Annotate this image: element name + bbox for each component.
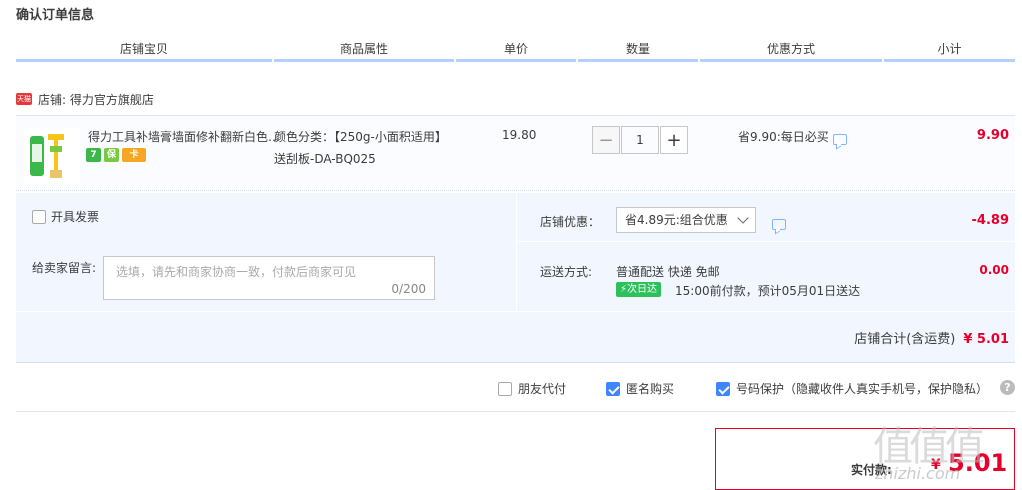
column-header-attributes: 商品属性 (274, 36, 454, 62)
invoice-option[interactable]: 开具发票 (32, 208, 99, 225)
help-icon[interactable]: ? (1000, 380, 1015, 395)
seller-memo-textarea[interactable]: 选填，请先和商家协商一致，付款后商家可见 0/200 (103, 256, 435, 300)
lightning-icon: ⚡ (620, 284, 628, 295)
column-header-quantity: 数量 (578, 36, 698, 62)
chat-bubble-icon[interactable] (832, 134, 847, 145)
number-protection-checkbox[interactable] (716, 381, 730, 396)
invoice-label: 开具发票 (51, 210, 100, 224)
seller-memo-placeholder: 选填，请先和商家协商一致，付款后商家可见 (116, 265, 357, 279)
delivery-eta: 15:00前付款，预计05月01日送达 (675, 284, 861, 298)
quantity-input[interactable]: 1 (621, 126, 659, 154)
tmall-icon: 天猫 (16, 93, 32, 105)
column-header-unit-price: 单价 (456, 36, 576, 62)
column-header-product: 店铺宝贝 (16, 36, 272, 62)
anonymous-purchase-label: 匿名购买 (626, 382, 675, 396)
item-promotion-text: 省9.90:每日必买 (738, 130, 829, 144)
anonymous-purchase-checkbox[interactable] (606, 381, 620, 396)
order-item-row: 得力工具补墙膏墙面修补翻新白色腻子膏 7 保 卡 颜色分类：【250g-小面积适… (16, 115, 1015, 191)
product-name-link[interactable]: 得力工具补墙膏墙面修补翻新白色腻子膏 (88, 128, 284, 145)
payment-summary-box: 实付款: ¥ 5.01 (715, 428, 1015, 490)
quantity-increase-button[interactable]: + (660, 126, 688, 154)
payment-amount: 5.01 (948, 449, 1008, 477)
chat-bubble-icon[interactable] (772, 219, 786, 230)
number-protection-option[interactable]: 号码保护（隐藏收件人真实手机号，保护隐私） (716, 380, 988, 397)
checkout-options-row: 朋友代付 匿名购买 号码保护（隐藏收件人真实手机号，保护隐私） ? (16, 376, 1015, 412)
shop-coupon-select[interactable]: 省4.89元:组合优惠 (616, 207, 756, 233)
shipping-fee: 0.00 (979, 263, 1009, 277)
product-attribute-gift: 送刮板-DA-BQ025 (274, 152, 376, 166)
product-service-badges: 7 保 卡 (86, 148, 146, 162)
shop-coupon-amount: -4.89 (971, 213, 1009, 228)
panel-divider (516, 241, 1015, 242)
order-options-panel: 开具发票 店铺优惠： 省4.89元:组合优惠 -4.89 给卖家留言: 选填，请… (16, 193, 1015, 363)
next-day-delivery-badge: ⚡次日达 (616, 282, 662, 297)
shop-row: 天猫 店铺: 得力官方旗舰店 (16, 88, 154, 110)
payment-currency: ¥ (931, 457, 941, 473)
friend-pay-option[interactable]: 朋友代付 (498, 380, 566, 397)
quantity-decrease-button[interactable]: − (592, 126, 620, 154)
guarantee-icon: 保 (104, 148, 119, 162)
shipping-label: 运送方式: (540, 265, 593, 279)
shop-coupon-selected: 省4.89元:组合优惠 (625, 213, 728, 227)
panel-divider (16, 311, 1015, 312)
item-promotion: 省9.90:每日必买 (738, 128, 847, 145)
seller-memo-char-count: 0/200 (391, 282, 426, 296)
shop-coupon-label: 店铺优惠： (540, 215, 601, 229)
seller-memo-label: 给卖家留言: (32, 261, 97, 275)
column-header-discount: 优惠方式 (700, 36, 882, 62)
panel-divider (516, 193, 517, 311)
seven-day-return-icon: 7 (86, 148, 101, 162)
product-attribute-color: 颜色分类：【250g-小面积适用】 (274, 130, 447, 144)
product-thumbnail[interactable] (24, 128, 80, 184)
shop-total-amount: ¥ 5.01 (963, 332, 1009, 347)
shop-total: 店铺合计(含运费) ¥ 5.01 (854, 328, 1009, 347)
column-header-subtotal: 小计 (884, 36, 1015, 62)
page-title: 确认订单信息 (16, 8, 95, 23)
number-protection-label: 号码保护（隐藏收件人真实手机号，保护隐私） (736, 382, 989, 396)
item-subtotal: 9.90 (976, 128, 1009, 143)
shipping-method: 普通配送 快递 免邮 (616, 265, 720, 279)
anonymous-purchase-option[interactable]: 匿名购买 (606, 380, 674, 397)
invoice-checkbox[interactable] (32, 209, 46, 224)
column-header: 店铺宝贝 商品属性 单价 数量 优惠方式 小计 (16, 36, 1015, 62)
friend-pay-label: 朋友代付 (518, 382, 567, 396)
credit-card-icon: 卡 (122, 148, 146, 162)
unit-price: 19.80 (502, 128, 537, 142)
shop-name-link[interactable]: 店铺: 得力官方旗舰店 (38, 91, 154, 108)
quantity-stepper: − 1 + (592, 126, 688, 154)
friend-pay-checkbox[interactable] (498, 381, 512, 396)
payment-label: 实付款: (851, 463, 892, 477)
shop-total-label: 店铺合计(含运费) (854, 332, 956, 347)
chevron-down-icon (737, 212, 749, 224)
next-day-delivery-label: 次日达 (627, 284, 658, 295)
